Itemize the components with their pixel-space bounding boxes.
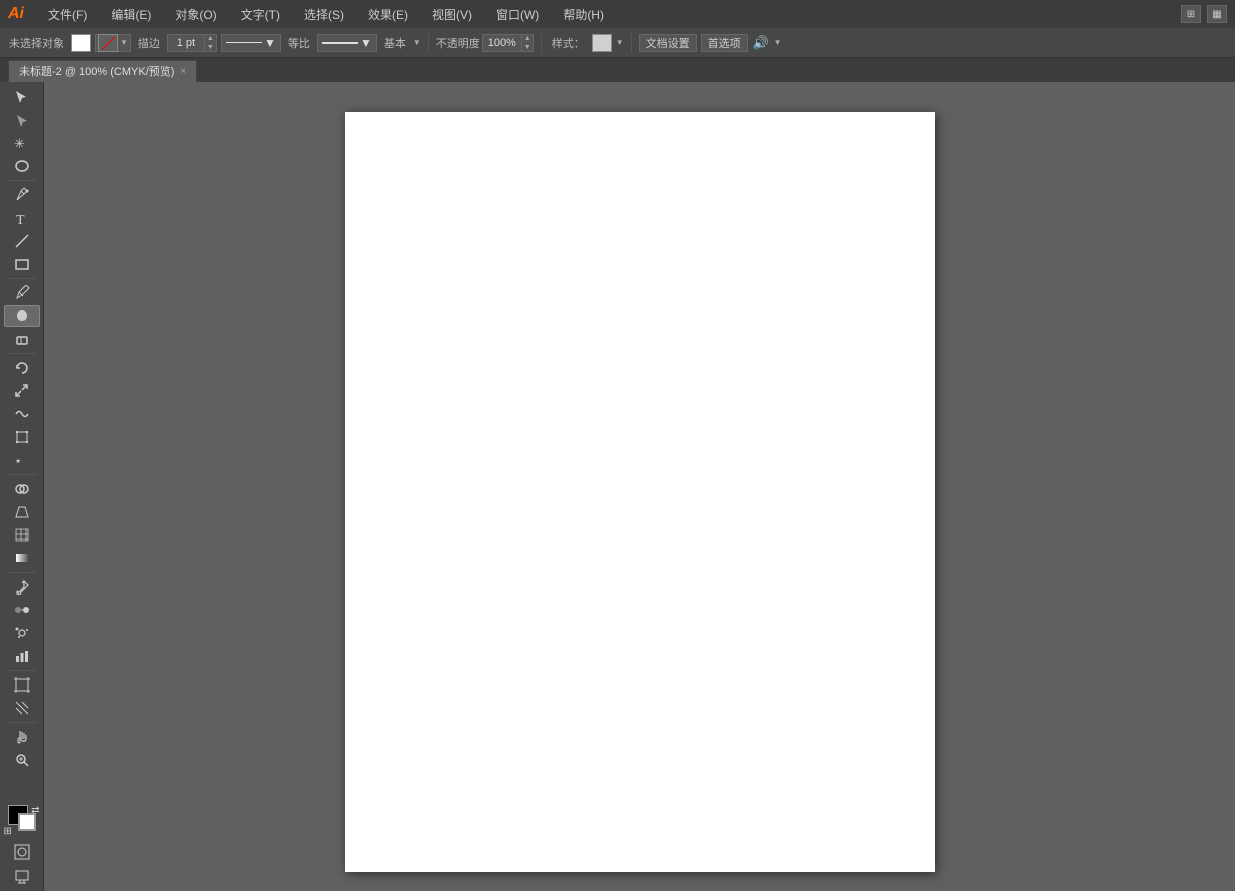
separator3 [631,33,632,53]
tool-pencil[interactable] [4,282,40,304]
stroke-label: 描边 [135,35,163,51]
stroke-dropdown[interactable]: ▼ [95,34,131,52]
menu-effect[interactable]: 效果(E) [364,4,412,25]
svg-text:T: T [16,213,25,226]
style-label: 样式： [549,35,588,51]
color-swatch-area: ⇄ ⊞ [4,805,40,837]
opacity-group: 不透明度 ▲ ▼ [436,34,534,52]
menu-help[interactable]: 帮助(H) [559,4,608,25]
tool-sep5 [7,572,37,573]
document-tab[interactable]: 未标题-2 @ 100% (CMYK/预览) × [8,60,197,82]
toolbar: ✳ T [0,82,44,891]
tool-hand[interactable] [4,726,40,748]
tool-sep6 [7,670,37,671]
speaker-arrow: ▼ [774,38,782,47]
tool-pen[interactable] [4,184,40,206]
speaker-icon[interactable]: 🔊 [752,34,770,52]
stroke-weight-down[interactable]: ▼ [205,43,216,52]
arrange-icon-btn[interactable]: ▦ [1207,5,1227,23]
swap-colors-icon[interactable]: ⇄ [31,805,39,816]
title-controls: ⊞ ▦ [1181,5,1227,23]
tool-sep2 [7,278,37,279]
line-label: 等比 [285,35,313,51]
opacity-down[interactable]: ▼ [522,43,533,52]
tool-type[interactable]: T [4,207,40,229]
tool-blob-brush[interactable] [4,305,40,327]
stroke-weight-field[interactable] [168,37,204,49]
tool-sep3 [7,353,37,354]
line-label2: 基本 [381,35,409,51]
tool-scale[interactable] [4,380,40,402]
stroke-weight-input[interactable]: ▲ ▼ [167,34,217,52]
style-swatch[interactable] [592,34,612,52]
tool-gradient[interactable] [4,547,40,569]
toolbar-bottom: ⇄ ⊞ [4,805,40,891]
tool-sep4 [7,474,37,475]
opacity-field[interactable] [483,37,521,49]
tool-select[interactable] [4,86,40,108]
tool-eraser[interactable] [4,328,40,350]
app-logo: Ai [8,5,24,23]
artboard [345,112,935,872]
tool-zoom[interactable] [4,749,40,771]
tool-puppet-warp[interactable]: ⋆ [4,449,40,471]
tool-sep7 [7,722,37,723]
preferences-btn[interactable]: 首选项 [701,34,748,52]
tool-rect[interactable] [4,253,40,275]
separator2 [541,33,542,53]
tool-sep1 [7,180,37,181]
workspace-icon-btn[interactable]: ⊞ [1181,5,1201,23]
svg-text:⋆: ⋆ [14,453,22,468]
menu-file[interactable]: 文件(F) [44,4,91,25]
stroke-weight-up[interactable]: ▲ [205,34,216,43]
tab-bar: 未标题-2 @ 100% (CMYK/预览) × [0,58,1235,82]
tool-shape-builder[interactable] [4,478,40,500]
selection-label: 未选择对象 [6,35,67,51]
control-bar: 未选择对象 ▼ 描边 ▲ ▼ ▼ 等比 ▼ 基本 ▼ 不透明度 ▲ ▼ 样式： … [0,28,1235,58]
tool-direct-select[interactable] [4,109,40,131]
tool-slice[interactable] [4,697,40,719]
menu-window[interactable]: 窗口(W) [492,4,543,25]
tool-magic-wand[interactable]: ✳ [4,132,40,154]
tool-free-transform[interactable] [4,426,40,448]
tool-mesh[interactable] [4,524,40,546]
style-arrow: ▼ [616,38,624,47]
line-style-dropdown[interactable]: ▼ [317,34,377,52]
tab-title: 未标题-2 @ 100% (CMYK/预览) [19,63,174,79]
tool-screen-mode[interactable] [4,865,40,887]
svg-text:✳: ✳ [14,136,25,151]
menu-object[interactable]: 对象(O) [171,4,220,25]
opacity-input-group[interactable]: ▲ ▼ [482,34,534,52]
tool-color-mode[interactable] [4,841,40,863]
tool-artboard[interactable] [4,674,40,696]
tool-symbol-spray[interactable] [4,622,40,644]
tab-close-btn[interactable]: × [180,66,186,77]
doc-settings-btn[interactable]: 文档设置 [639,34,697,52]
tool-blend[interactable] [4,599,40,621]
menu-view[interactable]: 视图(V) [428,4,476,25]
tool-rotate[interactable] [4,357,40,379]
default-colors-icon[interactable]: ⊞ [4,826,12,837]
separator1 [428,33,429,53]
canvas-area[interactable] [44,82,1235,891]
line-style-arrow: ▼ [413,38,421,47]
tool-perspective[interactable] [4,501,40,523]
stroke-style-dropdown[interactable]: ▼ [221,34,281,52]
tool-warp[interactable] [4,403,40,425]
menu-select[interactable]: 选择(S) [300,4,348,25]
tool-column-graph[interactable] [4,645,40,667]
tool-eyedropper[interactable] [4,576,40,598]
opacity-up[interactable]: ▲ [522,34,533,43]
main-area: ✳ T [0,82,1235,891]
fill-color-swatch[interactable] [71,34,91,52]
menu-edit[interactable]: 编辑(E) [107,4,155,25]
tool-line[interactable] [4,230,40,252]
tool-lasso[interactable] [4,155,40,177]
opacity-label: 不透明度 [436,35,480,51]
title-bar: Ai 文件(F) 编辑(E) 对象(O) 文字(T) 选择(S) 效果(E) 视… [0,0,1235,28]
menu-text[interactable]: 文字(T) [237,4,284,25]
